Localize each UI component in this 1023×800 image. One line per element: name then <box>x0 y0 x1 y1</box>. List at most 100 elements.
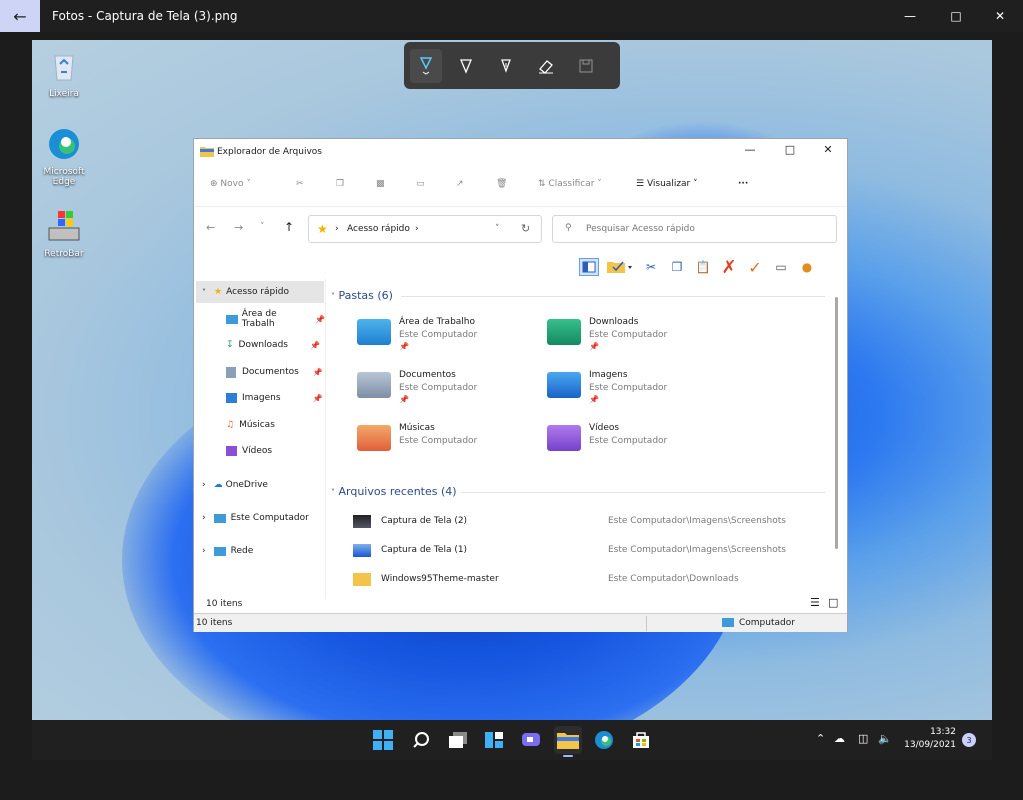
nav-item-documents[interactable]: Documentos 📌 <box>226 361 323 383</box>
search-input[interactable]: ⚲ Pesquisar Acesso rápido <box>552 215 837 243</box>
scrollbar[interactable] <box>835 297 838 549</box>
recent-locations-icon[interactable]: ˅ <box>260 222 265 232</box>
up-arrow-icon[interactable]: ↑ <box>284 220 294 234</box>
search-button[interactable] <box>407 726 435 754</box>
folder-videos[interactable]: Vídeos Este Computador <box>547 419 727 463</box>
nav-label: OneDrive <box>225 480 268 490</box>
cloud-icon[interactable]: ☁ <box>834 732 845 745</box>
select-folder-icon[interactable] <box>605 258 635 276</box>
highlighter-tool[interactable] <box>490 49 522 83</box>
divider <box>646 616 647 631</box>
refresh-icon[interactable]: ↻ <box>521 222 530 235</box>
address-dropdown-icon[interactable]: ˅ <box>495 224 500 234</box>
nav-item-onedrive[interactable]: › ☁ OneDrive <box>202 474 268 496</box>
nav-item-music[interactable]: ♫ Músicas <box>226 414 275 436</box>
eraser-tool[interactable] <box>530 49 562 83</box>
folders-section-header[interactable]: ˅ Pastas (6) <box>331 289 393 302</box>
recent-file-row[interactable]: Windows95Theme-master Este Computador\Do… <box>353 569 823 591</box>
delete-button[interactable]: 🗑 <box>496 179 507 189</box>
pencil-tool[interactable] <box>450 49 482 83</box>
recycle-bin-icon <box>54 55 74 81</box>
cloud-icon: ☁ <box>213 480 223 490</box>
delete-x-icon[interactable]: ✗ <box>719 257 739 278</box>
edge-icon <box>595 731 613 749</box>
notification-badge[interactable]: 3 <box>962 733 976 747</box>
tiles-view-icon[interactable]: □ <box>828 596 838 609</box>
edge-icon <box>49 129 79 159</box>
nav-item-network[interactable]: › Rede <box>202 540 253 562</box>
copy-icon[interactable]: ❐ <box>667 258 687 276</box>
store-icon <box>633 732 649 748</box>
chevron-up-icon[interactable]: ⌃ <box>816 732 825 745</box>
pin-icon: 📌 <box>315 314 325 324</box>
chevron-down-icon: ˅ <box>331 488 335 497</box>
clock[interactable]: 13:32 13/09/2021 <box>904 726 956 752</box>
edge-taskbar-button[interactable] <box>590 726 618 754</box>
nav-item-downloads[interactable]: ↧ Downloads 📌 <box>226 334 320 356</box>
clipboard-icon[interactable]: 📋 <box>693 258 713 276</box>
desktop-icon-retrobar[interactable]: RetroBar <box>34 208 94 259</box>
maximize-button[interactable]: □ <box>933 0 979 32</box>
close-button[interactable]: ✕ <box>977 0 1023 32</box>
file-name: Captura de Tela (2) <box>381 516 468 526</box>
recent-file-row[interactable]: Captura de Tela (1) Este Computador\Imag… <box>353 540 823 562</box>
legacy-toolbar: ✂ ❐ 📋 ✗ ✓ ▭ ● <box>579 257 817 278</box>
store-taskbar-button[interactable] <box>627 726 655 754</box>
back-button[interactable]: ← <box>0 0 40 32</box>
desktop-icon-edge[interactable]: Microsoft Edge <box>34 126 94 187</box>
nav-item-this-pc[interactable]: › Este Computador <box>202 507 309 529</box>
section-title: Arquivos recentes (4) <box>338 485 457 498</box>
cut-icon[interactable]: ✂ <box>641 258 661 276</box>
folder-music[interactable]: Músicas Este Computador <box>357 419 537 463</box>
explorer-maximize-button[interactable]: □ <box>780 143 800 156</box>
start-button[interactable] <box>369 726 397 754</box>
new-button[interactable]: ⊕ Novo ˅ <box>210 179 251 189</box>
properties-icon[interactable]: ▭ <box>771 258 791 276</box>
date: 13/09/2021 <box>904 740 956 750</box>
breadcrumb-quick-access[interactable]: Acesso rápido <box>347 224 410 234</box>
save-tool[interactable] <box>570 49 602 83</box>
minimize-button[interactable]: — <box>887 0 933 32</box>
forward-arrow-icon[interactable]: → <box>234 221 243 234</box>
rename-button[interactable]: ▭ <box>416 179 425 189</box>
status-bar: 10 itens Computador <box>194 613 847 632</box>
sort-button[interactable]: ⇅ Classificar ˅ <box>538 179 602 189</box>
network-icon[interactable]: ◫ <box>858 732 868 745</box>
recent-file-row[interactable]: Captura de Tela (2) Este Computador\Imag… <box>353 511 823 533</box>
file-explorer-taskbar-button[interactable] <box>554 726 582 757</box>
preview-pane-icon[interactable] <box>579 258 599 276</box>
back-arrow-icon[interactable]: ← <box>206 221 215 234</box>
downloads-folder-icon <box>547 319 581 345</box>
recent-section-header[interactable]: ˅ Arquivos recentes (4) <box>331 485 457 498</box>
widgets-button[interactable] <box>480 726 508 754</box>
image-viewer: Lixeira Microsoft Edge RetroBar Explorad… <box>32 40 992 720</box>
copy-button[interactable]: ❐ <box>336 179 344 189</box>
nav-item-quick-access[interactable]: ˅ ★ Acesso rápido <box>196 281 324 303</box>
more-options-button[interactable]: ··· <box>738 179 748 189</box>
view-button[interactable]: ☰ Visualizar ˅ <box>636 179 698 189</box>
volume-icon[interactable]: 🔈 <box>878 732 892 745</box>
nav-item-desktop[interactable]: Área de Trabalh 📌 <box>226 308 325 330</box>
desktop-icon-recycle-bin[interactable]: Lixeira <box>34 48 94 99</box>
shell-icon[interactable]: ● <box>797 258 817 276</box>
ballpoint-pen-tool[interactable] <box>410 48 442 83</box>
folder-documents[interactable]: Documentos Este Computador 📌 <box>357 366 537 410</box>
details-view-icon[interactable]: ☰ <box>810 596 820 609</box>
folder-pictures[interactable]: Imagens Este Computador 📌 <box>547 366 727 410</box>
nav-label: Este Computador <box>230 513 309 523</box>
address-bar[interactable]: ★ › Acesso rápido › ˅ ↻ <box>308 215 542 243</box>
checkmark-icon[interactable]: ✓ <box>745 258 765 277</box>
folder-downloads[interactable]: Downloads Este Computador 📌 <box>547 313 727 357</box>
folder-desktop[interactable]: Área de Trabalho Este Computador 📌 <box>357 313 537 357</box>
explorer-minimize-button[interactable]: — <box>740 143 760 156</box>
cut-button[interactable]: ✂ <box>296 179 304 189</box>
nav-item-pictures[interactable]: Imagens 📌 <box>226 387 323 409</box>
explorer-close-button[interactable]: ✕ <box>818 143 838 156</box>
file-path: Este Computador\Downloads <box>608 574 739 584</box>
share-icon: ↗ <box>456 179 464 189</box>
nav-item-videos[interactable]: Vídeos <box>226 440 272 462</box>
task-view-button[interactable] <box>444 726 472 754</box>
chat-button[interactable] <box>517 726 545 754</box>
share-button[interactable]: ↗ <box>456 179 464 189</box>
paste-button[interactable]: ▩ <box>376 179 385 189</box>
